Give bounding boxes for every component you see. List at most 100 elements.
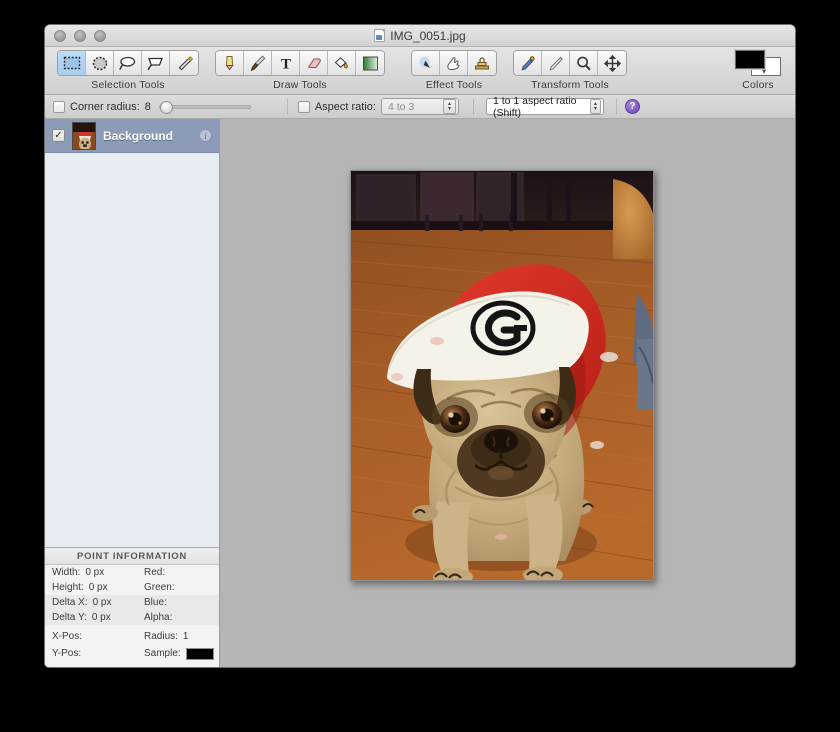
point-info-row: Y-Pos: Sample: <box>45 644 219 663</box>
toolgroup-draw-label: Draw Tools <box>273 79 327 91</box>
clone-stamp-tool[interactable] <box>468 51 496 75</box>
point-info-row: Delta X: 0 px Blue: <box>45 595 219 610</box>
toolgroup-draw: T Draw Tools <box>215 50 385 91</box>
layer-visibility-checkbox[interactable]: ✓ <box>52 129 65 142</box>
radius-value: 1 <box>183 631 189 642</box>
sample-color-swatch[interactable] <box>186 648 214 660</box>
point-info-right-cell: Radius: 1 <box>140 631 219 642</box>
y-pos-label: Y-Pos: <box>52 648 81 659</box>
ratio-preset-value: 1 to 1 aspect ratio (Shift) <box>493 95 590 119</box>
foreground-color-swatch[interactable] <box>735 50 765 69</box>
options-divider-2 <box>473 99 474 115</box>
red-label: Red: <box>144 567 165 578</box>
corner-radius-checkbox[interactable] <box>53 101 65 113</box>
toolgroup-effect-buttons <box>411 50 497 76</box>
point-info-left-cell: Delta X: 0 px <box>45 597 140 608</box>
width-label: Width: <box>52 567 80 578</box>
text-tool[interactable]: T <box>272 51 300 75</box>
pug-photo <box>351 171 654 581</box>
toolgroup-selection-buttons <box>57 50 199 76</box>
document-image[interactable] <box>350 170 654 581</box>
image-editor-window: IMG_0051.jpg <box>44 24 796 668</box>
x-pos-label: X-Pos: <box>52 631 82 642</box>
delta-y-label: Delta Y: <box>52 612 87 623</box>
jpeg-document-icon <box>374 29 385 42</box>
point-info-left-cell: X-Pos: <box>45 631 140 642</box>
layer-row-background[interactable]: ✓ Backg <box>45 119 219 153</box>
zoom-maximize-button[interactable] <box>94 30 106 42</box>
blue-label: Blue: <box>144 597 167 608</box>
toolgroup-transform-label: Transform Tools <box>531 79 609 91</box>
help-button[interactable]: ? <box>625 99 640 114</box>
minimize-button[interactable] <box>74 30 86 42</box>
point-information-panel: POINT INFORMATION Width: 0 px Red: Heigh… <box>45 547 219 667</box>
paintbrush-tool[interactable] <box>244 51 272 75</box>
colors-label: Colors <box>742 79 774 91</box>
layer-list: ✓ Backg <box>45 119 219 547</box>
magic-wand-tool[interactable] <box>170 51 198 75</box>
ellipse-select-tool[interactable] <box>86 51 114 75</box>
paint-bucket-tool[interactable] <box>328 51 356 75</box>
window-title-group: IMG_0051.jpg <box>45 25 795 46</box>
point-info-right-cell: Red: <box>140 567 219 578</box>
rect-select-tool[interactable] <box>58 51 86 75</box>
toolgroup-effect: Effect Tools <box>411 50 497 91</box>
zoom-tool[interactable] <box>570 51 598 75</box>
green-label: Green: <box>144 582 175 593</box>
corner-radius-slider[interactable] <box>159 105 251 109</box>
point-info-row: Width: 0 px Red: <box>45 565 219 580</box>
delta-x-label: Delta X: <box>52 597 88 608</box>
polygon-lasso-tool[interactable] <box>142 51 170 75</box>
layers-sidebar: ✓ Backg <box>45 119 220 667</box>
eraser-tool[interactable] <box>300 51 328 75</box>
layer-thumbnail <box>72 122 96 150</box>
point-info-right-cell: Sample: <box>140 648 219 660</box>
main-toolbar: Selection Tools T <box>45 47 795 95</box>
toolgroup-selection-label: Selection Tools <box>91 79 164 91</box>
window-title: IMG_0051.jpg <box>390 29 465 43</box>
toolgroup-draw-buttons: T <box>215 50 385 76</box>
point-info-row: Height: 0 px Green: <box>45 580 219 595</box>
point-info-right-cell: Blue: <box>140 597 219 608</box>
eyedropper-tool[interactable] <box>514 51 542 75</box>
move-tool[interactable] <box>598 51 626 75</box>
options-divider-3 <box>616 99 617 115</box>
point-info-left-cell: Delta Y: 0 px <box>45 612 140 623</box>
swap-colors-icon[interactable]: ▾ <box>762 67 766 76</box>
pencil-tool[interactable] <box>216 51 244 75</box>
corner-radius-value: 8 <box>145 101 151 113</box>
chevron-updown-icon: ▴▾ <box>443 99 456 114</box>
delta-y-value: 0 px <box>92 612 111 623</box>
lasso-tool[interactable] <box>114 51 142 75</box>
aspect-ratio-checkbox[interactable] <box>298 101 310 113</box>
color-swatches[interactable]: ▾ <box>735 50 781 76</box>
ratio-preset-combo[interactable]: 1 to 1 aspect ratio (Shift) ▴▾ <box>486 98 604 115</box>
point-info-left-cell: Height: 0 px <box>45 582 140 593</box>
crop-knife-tool[interactable] <box>542 51 570 75</box>
height-label: Height: <box>52 582 84 593</box>
close-button[interactable] <box>54 30 66 42</box>
aspect-ratio-value: 4 to 3 <box>388 101 414 113</box>
point-info-row: X-Pos: Radius: 1 <box>45 629 219 644</box>
tool-options-bar: Corner radius: 8 Aspect ratio: 4 to 3 ▴▾… <box>45 95 795 119</box>
toolgroup-effect-label: Effect Tools <box>426 79 482 91</box>
svg-text:T: T <box>280 57 290 72</box>
sample-label: Sample: <box>144 648 181 659</box>
blur-sharpen-tool[interactable] <box>412 51 440 75</box>
smudge-tool[interactable] <box>440 51 468 75</box>
chevron-updown-icon-2: ▴▾ <box>590 99 601 114</box>
image-canvas-area[interactable] <box>220 119 795 667</box>
point-info-left-cell: Width: 0 px <box>45 567 140 578</box>
gradient-tool[interactable] <box>356 51 384 75</box>
layer-info-icon[interactable]: i <box>199 129 212 142</box>
radius-label: Radius: <box>144 631 178 642</box>
aspect-ratio-label: Aspect ratio: <box>315 101 376 113</box>
layer-name: Background <box>103 129 192 143</box>
width-value: 0 px <box>85 567 104 578</box>
corner-radius-label: Corner radius: <box>70 101 140 113</box>
toolgroup-transform: Transform Tools <box>513 50 627 91</box>
aspect-ratio-combo[interactable]: 4 to 3 ▴▾ <box>381 98 459 115</box>
editor-body: ✓ Backg <box>45 119 795 667</box>
corner-radius-slider-knob[interactable] <box>160 101 173 114</box>
toolgroup-transform-buttons <box>513 50 627 76</box>
